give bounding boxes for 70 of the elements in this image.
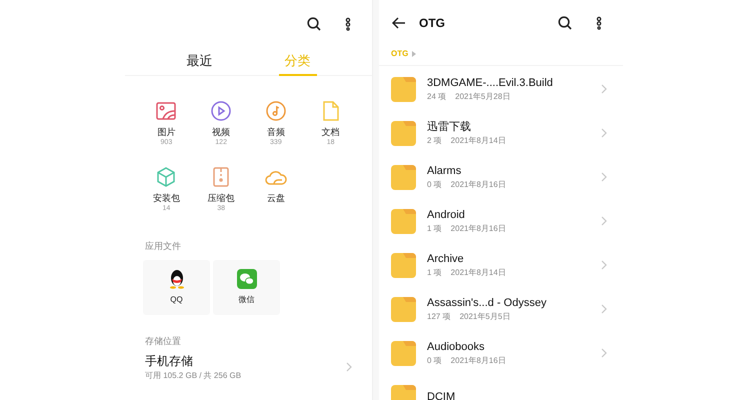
- folder-row[interactable]: 3DMGAME-....Evil.3.Build 24 项 2021年5月28日: [379, 67, 623, 111]
- folder-row[interactable]: 迅雷下载 2 项 2021年8月14日: [379, 111, 623, 155]
- chevron-right-icon: [601, 172, 607, 182]
- folder-name: 3DMGAME-....Evil.3.Build: [427, 76, 554, 90]
- image-icon: [156, 102, 176, 120]
- item-count: 24 项: [427, 90, 446, 102]
- screen-title: OTG: [419, 15, 446, 32]
- folder-date: 2021年8月14日: [450, 134, 506, 146]
- item-count: 1 项: [427, 266, 442, 278]
- folder-icon: [391, 340, 416, 366]
- app-card[interactable]: QQ: [143, 260, 210, 314]
- folder-row[interactable]: Audiobooks 0 项 2021年8月16日: [379, 331, 623, 375]
- folder-date: 2021年8月14日: [450, 266, 506, 278]
- more-icon: [345, 17, 351, 31]
- folder-date: 2021年8月16日: [450, 354, 506, 366]
- play-icon: [211, 101, 232, 121]
- folder-name: DCIM: [427, 390, 456, 400]
- app-card[interactable]: 微信: [213, 260, 280, 314]
- triangle-right-icon: [412, 50, 416, 56]
- section-heading: 存储位置: [144, 334, 182, 348]
- item-count: 0 项: [427, 354, 442, 366]
- folder-icon: [391, 296, 416, 322]
- folder-icon: [391, 208, 416, 234]
- more-icon: [596, 16, 602, 30]
- search-icon: [307, 17, 321, 31]
- item-count: 1 项: [427, 222, 442, 234]
- folder-row[interactable]: Assassin's...d - Odyssey 127 项 2021年5月5日: [379, 287, 623, 331]
- penguin-icon: [168, 268, 184, 288]
- storage-row[interactable]: 手机存储 可用 105.2 GB / 共 256 GB: [125, 352, 372, 382]
- folder-row[interactable]: Archive 1 项 2021年8月14日: [379, 243, 623, 287]
- folder-icon: [391, 76, 416, 102]
- folder-row[interactable]: Android 1 项 2021年8月16日: [379, 199, 623, 243]
- folder-date: 2021年8月16日: [450, 178, 506, 190]
- item-count: 2 项: [427, 134, 442, 146]
- tab[interactable]: 最近: [180, 48, 218, 76]
- document-icon: [322, 101, 339, 121]
- folder-name: Assassin's...d - Odyssey: [427, 296, 548, 310]
- zip-file-icon: [213, 167, 230, 187]
- cube-icon: [156, 167, 176, 187]
- storage-detail: 可用 105.2 GB / 共 256 GB: [145, 370, 242, 382]
- folder-icon: [391, 252, 416, 278]
- folder-name: Android: [427, 208, 466, 222]
- chevron-right-icon: [601, 128, 607, 138]
- chevron-right-icon: [601, 348, 607, 358]
- storage-name: 手机存储: [145, 353, 194, 370]
- item-count: 0 项: [427, 178, 442, 190]
- chevron-right-icon: [601, 260, 607, 270]
- folder-name: Alarms: [427, 164, 462, 178]
- folder-name: Audiobooks: [427, 340, 486, 354]
- folder-row[interactable]: DCIM: [379, 375, 623, 400]
- back-icon: [392, 17, 406, 29]
- item-count: 127 项: [427, 310, 451, 322]
- chat-bubbles-icon: [236, 268, 256, 288]
- folder-name: 迅雷下载: [427, 120, 472, 134]
- folder-icon: [391, 120, 416, 146]
- chevron-right-icon: [601, 216, 607, 226]
- cloud-icon: [264, 169, 287, 185]
- music-note-icon: [266, 101, 286, 121]
- folder-date: 2021年8月16日: [450, 222, 506, 234]
- chevron-right-icon: [601, 304, 607, 314]
- folder-date: 2021年5月28日: [455, 90, 510, 102]
- folder-name: Archive: [427, 252, 465, 266]
- folder-date: 2021年5月5日: [460, 310, 510, 322]
- section-heading: 应用文件: [144, 240, 182, 253]
- category-tile[interactable]: 云盘: [248, 166, 304, 220]
- chevron-right-icon: [346, 362, 352, 372]
- chevron-right-icon: [601, 84, 607, 94]
- folder-icon: [391, 164, 416, 190]
- search-icon: [558, 16, 572, 30]
- folder-row[interactable]: Alarms 0 项 2021年8月16日: [379, 155, 623, 199]
